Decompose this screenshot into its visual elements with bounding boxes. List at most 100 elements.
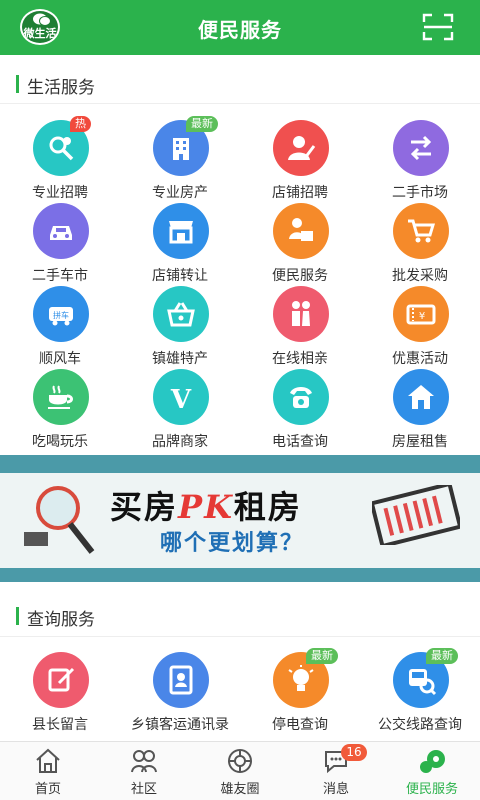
contact-book-icon xyxy=(169,665,193,695)
svg-text:拼车: 拼车 xyxy=(53,310,69,320)
service-item-label: 店铺招聘 xyxy=(272,185,328,201)
delivery-icon xyxy=(289,218,313,241)
service-item-job-search[interactable]: 热专业招聘 xyxy=(0,116,120,201)
service-item-storefront[interactable]: 店铺转让 xyxy=(120,203,240,284)
service-item-label: 顺风车 xyxy=(39,351,81,367)
service-item-label: 便民服务 xyxy=(272,268,328,284)
service-item-couple[interactable]: 在线相亲 xyxy=(240,286,360,367)
hot-badge: 热 xyxy=(70,116,91,132)
brand-v-icon: V xyxy=(170,385,192,413)
tab-label: 消息 xyxy=(322,782,349,797)
tab-label: 便民服务 xyxy=(405,782,458,797)
tab-moments[interactable]: 雄友圈 xyxy=(192,742,288,800)
service-item-telephone[interactable]: 电话查询 xyxy=(240,369,360,450)
service-item-label: 停电查询 xyxy=(272,717,328,733)
magnifier-illustration-icon xyxy=(24,486,95,554)
section-title: 生活服务 xyxy=(27,78,95,98)
tab-label: 社区 xyxy=(130,782,157,797)
tab-home[interactable]: 首页 xyxy=(0,742,96,800)
service-item-cart[interactable]: 批发采购 xyxy=(360,203,480,284)
service-icon-circle xyxy=(153,286,209,342)
section-divider xyxy=(0,636,480,637)
service-item-coupon[interactable]: ¥ 优惠活动 xyxy=(360,286,480,367)
service-item-contact-book[interactable]: 乡镇客运通讯录 xyxy=(120,652,240,733)
service-item-edit-note[interactable]: 县长留言 xyxy=(0,652,120,733)
service-item-label: 公交线路查询 xyxy=(378,717,462,733)
section-title: 查询服务 xyxy=(27,610,95,630)
tab-label: 首页 xyxy=(34,782,61,797)
tab-label: 雄友圈 xyxy=(220,782,260,797)
person-pen-icon xyxy=(288,136,316,160)
service-item-label: 电话查询 xyxy=(272,434,328,450)
life-services-header: 生活服务 xyxy=(0,70,480,98)
service-item-light-bulb[interactable]: 最新 停电查询 xyxy=(240,648,360,733)
service-icon-circle xyxy=(273,286,329,342)
moments-icon xyxy=(228,749,252,773)
service-item-brand-v[interactable]: V 品牌商家 xyxy=(120,369,240,450)
couple-icon xyxy=(292,301,310,326)
community-icon xyxy=(131,750,157,773)
section-accent-bar xyxy=(16,75,19,93)
service-icon-circle xyxy=(393,369,449,425)
service-icon-circle: ¥ xyxy=(393,286,449,342)
telephone-icon xyxy=(290,387,312,408)
coupon-icon: ¥ xyxy=(406,304,436,325)
new-badge: 最新 xyxy=(186,116,218,132)
banner-headline-left: 买房 xyxy=(110,488,179,526)
edit-note-icon xyxy=(48,667,75,692)
service-item-exchange[interactable]: 二手市场 xyxy=(360,120,480,201)
service-item-label: 优惠活动 xyxy=(392,351,448,367)
service-item-label: 品牌商家 xyxy=(152,434,208,450)
carpool-icon: 拼车 xyxy=(49,307,73,326)
banner-headline-pk: PK xyxy=(178,488,234,526)
home-icon xyxy=(36,748,60,773)
building-icon xyxy=(173,138,189,160)
service-icon-circle xyxy=(33,369,89,425)
new-badge: 最新 xyxy=(426,648,458,664)
bottom-tab-bar: 首页 社区 雄友圈 16 消息 便民服务 xyxy=(0,741,480,800)
service-item-basket[interactable]: 镇雄特产 xyxy=(120,286,240,367)
service-item-label: 二手市场 xyxy=(392,185,448,201)
storefront-icon xyxy=(169,221,193,244)
service-item-delivery[interactable]: 便民服务 xyxy=(240,203,360,284)
service-item-label: 镇雄特产 xyxy=(152,351,208,367)
service-item-person-pen[interactable]: 店铺招聘 xyxy=(240,120,360,201)
service-item-label: 县长留言 xyxy=(32,717,88,733)
tab-convenience-services[interactable]: 便民服务 xyxy=(384,742,480,800)
service-icon-circle xyxy=(153,203,209,259)
service-icon-circle: V xyxy=(153,369,209,425)
top-app-bar: 微生活 便民服务 xyxy=(0,0,480,55)
service-icon-circle: 拼车 xyxy=(33,286,89,342)
service-item-car[interactable]: 二手车市 xyxy=(0,203,120,284)
promo-banner[interactable]: 买房PK租房 哪个更划算？ xyxy=(0,455,480,582)
banner-headline-right: 租房 xyxy=(233,488,302,526)
service-item-label: 批发采购 xyxy=(392,268,448,284)
service-icon-circle xyxy=(153,652,209,708)
banner-headline: 买房PK租房 xyxy=(110,482,302,528)
svg-text:V: V xyxy=(170,385,192,413)
service-item-house[interactable]: 房屋租售 xyxy=(360,369,480,450)
service-item-bus-search[interactable]: 最新公交线路查询 xyxy=(360,648,480,733)
service-icon xyxy=(420,750,445,773)
scan-icon[interactable] xyxy=(422,12,454,42)
service-item-label: 乡镇客运通讯录 xyxy=(131,717,229,733)
service-item-carpool[interactable]: 拼车 顺风车 xyxy=(0,286,120,367)
service-item-label: 吃喝玩乐 xyxy=(32,434,88,450)
service-item-label: 在线相亲 xyxy=(272,351,328,367)
service-item-building[interactable]: 最新专业房产 xyxy=(120,116,240,201)
service-icon-circle xyxy=(273,203,329,259)
bus-search-icon xyxy=(409,669,437,696)
light-bulb-icon xyxy=(288,665,314,691)
service-item-label: 专业房产 xyxy=(152,185,208,201)
job-search-icon xyxy=(49,136,74,161)
query-services-header: 查询服务 xyxy=(0,602,480,630)
banner-subline: 哪个更划算？ xyxy=(160,531,305,556)
section-accent-bar xyxy=(16,607,19,625)
service-item-coffee-cup[interactable]: 吃喝玩乐 xyxy=(0,369,120,450)
tab-messages[interactable]: 16 消息 xyxy=(288,742,384,800)
unread-count-badge: 16 xyxy=(341,744,367,761)
svg-text:¥: ¥ xyxy=(419,311,425,322)
service-item-label: 店铺转让 xyxy=(152,268,208,284)
tab-community[interactable]: 社区 xyxy=(96,742,192,800)
service-item-label: 二手车市 xyxy=(32,268,88,284)
